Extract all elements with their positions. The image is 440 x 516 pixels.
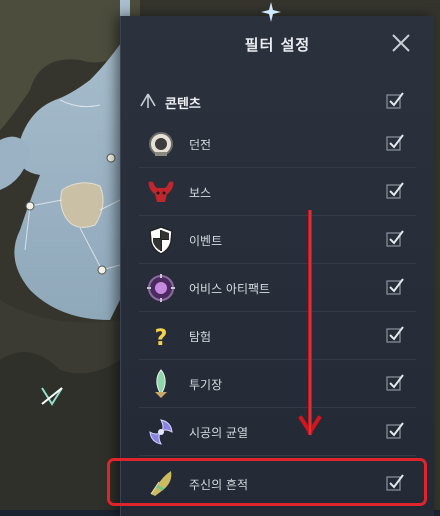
filter-row-exploration[interactable]: ? 탐험 <box>121 312 434 360</box>
filter-checkbox[interactable] <box>386 182 404 200</box>
filter-label: 시공의 균열 <box>189 425 249 440</box>
contents-category-icon <box>140 93 156 108</box>
filter-label: 투기장 <box>189 377 223 392</box>
arena-icon <box>155 369 167 398</box>
rift-icon <box>149 419 173 445</box>
filter-label: 어비스 아티팩트 <box>189 281 271 296</box>
filter-label: 보스 <box>189 185 212 200</box>
filter-checkbox[interactable] <box>386 374 404 392</box>
abyss-artifact-icon <box>147 274 175 302</box>
filter-row-event[interactable]: 이벤트 <box>121 216 434 264</box>
category-checkbox[interactable] <box>386 92 404 110</box>
filter-label: 이벤트 <box>189 233 223 248</box>
panel-header: 필터 설정 <box>121 16 434 72</box>
category-label: 콘텐츠 <box>165 96 201 112</box>
panel-title: 필터 설정 <box>244 35 311 54</box>
filter-checkbox[interactable] <box>386 134 404 152</box>
filter-checkbox[interactable] <box>386 422 404 440</box>
exploration-icon: ? <box>155 326 168 351</box>
highlight-box <box>107 458 427 506</box>
filter-row-abyss-artifact[interactable]: 어비스 아티팩트 <box>121 264 434 312</box>
event-icon <box>149 226 173 255</box>
svg-text:?: ? <box>155 326 168 351</box>
filter-label: 탐험 <box>189 329 212 344</box>
close-icon[interactable] <box>390 32 412 54</box>
category-row-contents[interactable]: 콘텐츠 <box>121 78 434 126</box>
filter-row-rift[interactable]: 시공의 균열 <box>121 408 434 456</box>
filter-checkbox[interactable] <box>386 278 404 296</box>
filter-row-dungeon[interactable]: 던전 <box>121 120 434 168</box>
filter-row-arena[interactable]: 투기장 <box>121 360 434 408</box>
boss-icon <box>148 181 174 202</box>
filter-label: 던전 <box>189 137 212 152</box>
filter-row-boss[interactable]: 보스 <box>121 168 434 216</box>
filter-settings-panel: 필터 설정 콘텐츠 던전 보스 이벤트 어비스 아티팩트 ? 탐험 투기장 시공… <box>120 2 434 516</box>
filter-checkbox[interactable] <box>386 326 404 344</box>
filter-checkbox[interactable] <box>386 230 404 248</box>
row-divider <box>139 455 416 456</box>
down-arrow-annotation <box>298 210 322 435</box>
dungeon-icon <box>149 132 173 156</box>
